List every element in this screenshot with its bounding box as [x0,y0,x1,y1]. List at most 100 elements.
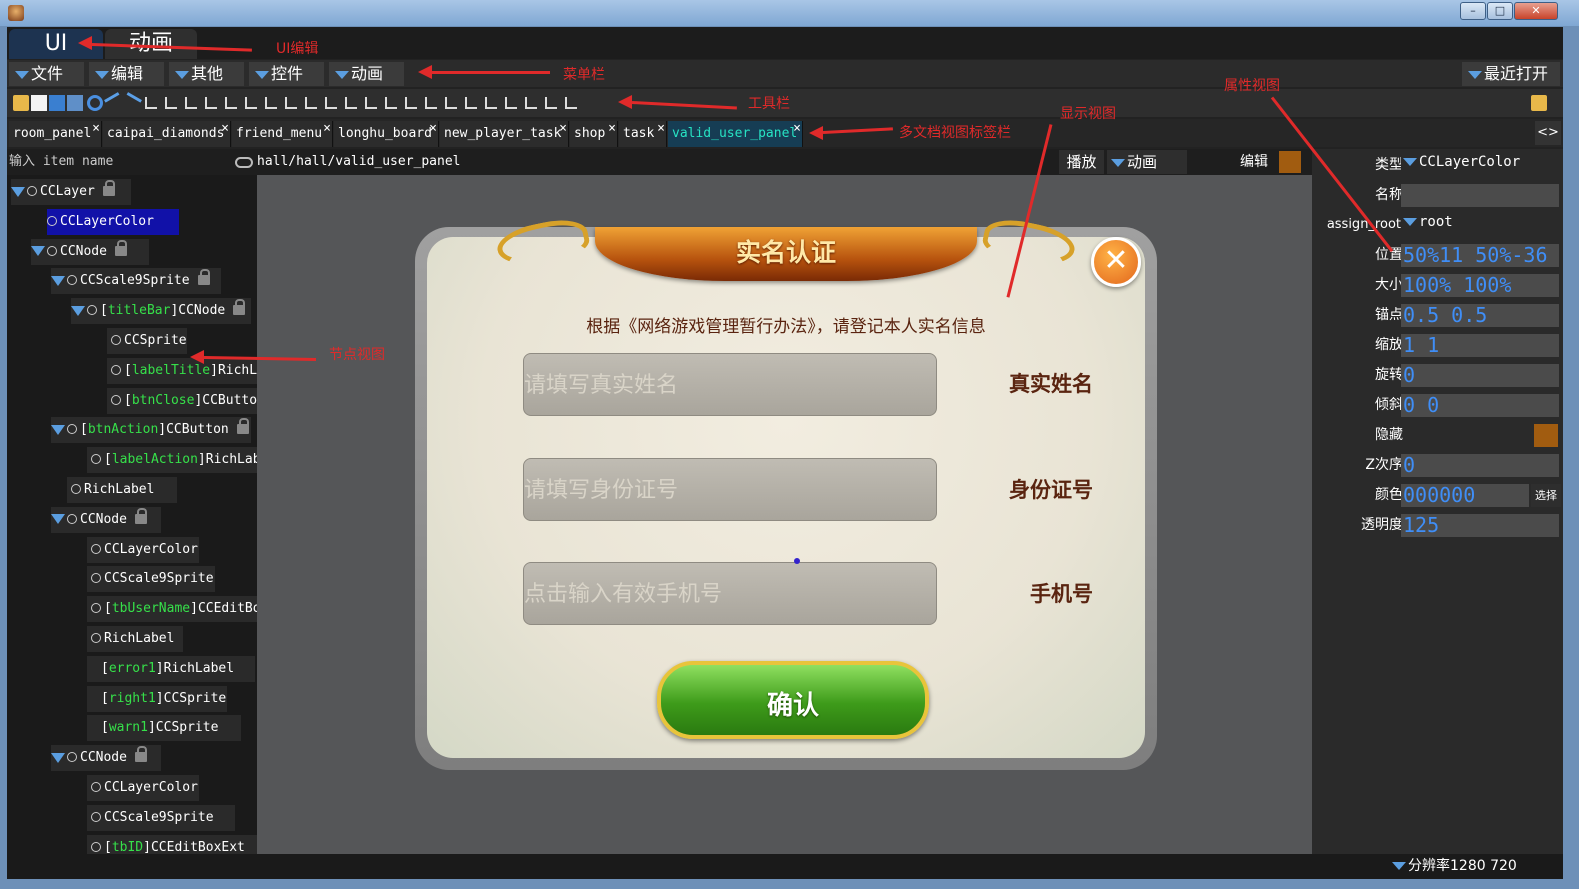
tree-node[interactable]: CCNode [51,506,161,533]
search-input[interactable]: 输入 item name [7,149,257,175]
menu-edit[interactable]: 编辑 [89,62,164,86]
align-tool-icon[interactable] [525,97,537,109]
minimize-button[interactable]: – [1460,2,1486,20]
open-folder-icon[interactable] [13,95,29,111]
align-tool-icon[interactable] [425,97,437,109]
refresh-icon[interactable] [87,95,103,111]
prop-color-input[interactable]: 000000 [1401,484,1529,507]
phone-input[interactable]: 点击输入有效手机号 [523,562,937,625]
visibility-icon[interactable] [91,633,101,643]
prop-scale-input[interactable]: 1 1 [1401,334,1559,357]
lock-icon[interactable] [102,180,115,196]
expand-icon[interactable] [51,424,65,435]
doc-tab[interactable]: room_panel × [9,121,102,147]
visibility-icon[interactable] [67,513,77,524]
expand-icon[interactable] [31,246,45,257]
tree-node[interactable]: CCScale9Sprite [87,804,235,831]
align-tool-icon[interactable] [565,97,577,109]
visibility-icon[interactable] [111,394,121,405]
prop-anchor-input[interactable]: 0.5 0.5 [1401,304,1559,327]
close-tab-icon[interactable]: × [657,116,665,142]
save-icon[interactable] [49,95,65,111]
expand-icon[interactable] [51,275,65,286]
visibility-icon[interactable] [91,841,101,852]
tree-node[interactable]: RichLabel [87,626,183,652]
align-tool-icon[interactable] [285,97,297,109]
lock-icon[interactable] [134,507,147,524]
tree-node[interactable]: [error1]RichLabel [87,655,255,682]
doc-tab[interactable]: new_player_task × [440,121,569,147]
menu-recent[interactable]: 最近打开 [1462,62,1560,86]
close-tab-icon[interactable]: × [608,116,616,142]
tree-node[interactable]: [labelTitle]RichLabel [107,357,257,384]
display-view[interactable]: 实名认证 ✕ 根据《网络游戏管理暂行办法》，请登记本人实名信息 请填写真实姓名 … [257,175,1312,854]
tree-node[interactable]: CCScale9Sprite [87,566,215,593]
visibility-icon[interactable] [91,573,101,584]
visibility-icon[interactable] [67,752,77,763]
tree-node[interactable]: [btnAction]CCButton [51,417,251,444]
new-file-icon[interactable] [31,95,47,111]
align-tool-icon[interactable] [245,97,257,109]
align-tool-icon[interactable] [365,97,377,109]
open-recent-folder-icon[interactable] [1531,95,1547,111]
edit-toggle[interactable] [1279,151,1301,173]
doc-tab[interactable]: shop × [570,121,618,147]
confirm-button[interactable]: 确认 [657,661,929,739]
tree-node[interactable]: CCLayerColor [87,536,199,563]
tree-node[interactable]: [warn1]CCSprite [87,715,241,742]
align-tool-icon[interactable] [305,97,317,109]
tree-node[interactable]: [tbUserName]CCEditBox [87,596,257,623]
save-all-icon[interactable] [67,95,83,111]
align-tool-icon[interactable] [185,97,197,109]
prop-assign-select[interactable]: root [1401,214,1559,237]
tree-node[interactable]: CCLayer [11,179,131,205]
lock-icon[interactable] [114,239,127,256]
align-tool-icon[interactable] [405,97,417,109]
align-tool-icon[interactable] [485,97,497,109]
align-tool-icon[interactable] [325,97,337,109]
prop-rotation-input[interactable]: 0 [1401,364,1559,387]
prop-position-input[interactable]: 50%11 50%-36 [1401,244,1559,267]
align-tool-icon[interactable] [225,97,237,109]
color-pick-button[interactable]: 选择 [1531,484,1561,507]
lock-icon[interactable] [233,299,246,316]
align-tool-icon[interactable] [145,97,157,109]
menu-animation[interactable]: 动画 [329,62,404,86]
visibility-icon[interactable] [91,811,101,822]
close-tab-icon[interactable]: × [793,116,801,142]
visibility-icon[interactable] [111,335,121,345]
doc-tab[interactable]: task × [619,121,667,147]
align-tool-icon[interactable] [205,97,217,109]
search-icon[interactable] [235,157,253,168]
tab-scroll-button[interactable]: <> [1535,121,1561,145]
visibility-icon[interactable] [71,484,81,494]
visibility-icon[interactable] [47,215,57,226]
tree-node[interactable]: CCLayerColor [47,208,179,235]
tree-node[interactable]: RichLabel [67,477,177,503]
align-tool-icon[interactable] [465,97,477,109]
visibility-icon[interactable] [67,424,77,435]
menu-other[interactable]: 其他 [169,62,244,86]
doc-tab[interactable]: caipai_diamonds × [103,121,231,147]
menu-controls[interactable]: 控件 [249,62,324,86]
prop-hidden-checkbox[interactable] [1534,424,1558,447]
visibility-icon[interactable] [91,543,101,554]
animation-dropdown[interactable]: 动画 [1107,150,1187,174]
tree-node[interactable]: CCNode [51,745,161,772]
prop-skew-input[interactable]: 0 0 [1401,394,1559,417]
visibility-icon[interactable] [91,454,101,465]
visibility-icon[interactable] [91,782,101,792]
resolution-dropdown[interactable]: 分辨率1280 720 [1392,854,1517,879]
idcard-input[interactable]: 请填写身份证号 [523,458,937,521]
lock-icon[interactable] [134,746,147,763]
tree-node[interactable]: CCSprite [107,328,187,354]
doc-tab[interactable]: valid_user_panel × [668,121,803,147]
doc-tab[interactable]: friend_menu × [232,121,333,147]
lock-icon[interactable] [236,418,249,435]
align-tool-icon[interactable] [385,97,397,109]
visibility-icon[interactable] [91,603,101,614]
align-tool-icon[interactable] [445,97,457,109]
close-tab-icon[interactable]: × [221,116,229,142]
close-tab-icon[interactable]: × [429,116,437,142]
expand-icon[interactable] [51,752,65,763]
